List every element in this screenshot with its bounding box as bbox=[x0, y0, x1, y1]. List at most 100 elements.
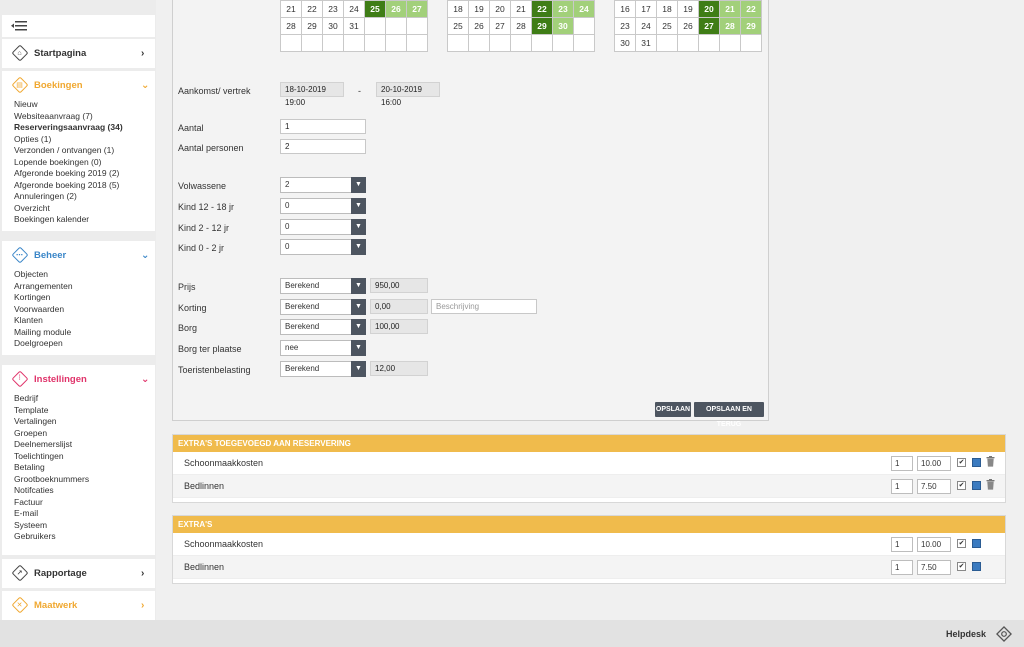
calendar-day[interactable]: 26 bbox=[677, 17, 699, 35]
toeristen-select[interactable]: Berekend ▼ bbox=[280, 361, 366, 377]
extra-price-input[interactable]: 10.00 bbox=[917, 456, 951, 471]
calendar-day[interactable]: 30 bbox=[552, 17, 574, 35]
calendar-day[interactable]: 31 bbox=[635, 34, 657, 52]
checkmark-icon[interactable]: ✔ bbox=[957, 458, 966, 467]
calendar-day[interactable]: 31 bbox=[343, 17, 365, 35]
helpdesk-link[interactable]: Helpdesk bbox=[946, 629, 986, 639]
trash-icon[interactable] bbox=[986, 456, 995, 467]
sidebar-link[interactable]: E-mail bbox=[14, 508, 155, 520]
calendar-day[interactable]: 27 bbox=[406, 0, 428, 18]
checkmark-icon[interactable]: ✔ bbox=[957, 539, 966, 548]
calendar-day[interactable]: 23 bbox=[322, 0, 344, 18]
calendar-day[interactable]: 23 bbox=[552, 0, 574, 18]
checkmark-icon[interactable]: ✔ bbox=[957, 481, 966, 490]
calendar-day[interactable]: 16 bbox=[614, 0, 636, 18]
calendar-day[interactable]: 28 bbox=[280, 17, 302, 35]
prijs-field[interactable]: 950,00 bbox=[370, 278, 428, 293]
sidebar-link[interactable]: Afgeronde boeking 2018 (5) bbox=[14, 180, 155, 192]
calendar-day[interactable]: 28 bbox=[719, 17, 741, 35]
sidebar-link[interactable]: Verzonden / ontvangen (1) bbox=[14, 145, 155, 157]
calendar-day[interactable]: 25 bbox=[447, 17, 469, 35]
prijs-select[interactable]: Berekend ▼ bbox=[280, 278, 366, 294]
sidebar-link[interactable]: Opties (1) bbox=[14, 134, 155, 146]
nav-beheer-header[interactable]: ⋯ Beheer ⌄ bbox=[2, 241, 155, 269]
calendar-day[interactable]: 30 bbox=[614, 34, 636, 52]
extra-qty-input[interactable]: 1 bbox=[891, 560, 913, 575]
calendar-day[interactable]: 20 bbox=[698, 0, 720, 18]
lifebuoy-icon[interactable] bbox=[996, 626, 1012, 642]
borg-field[interactable]: 100,00 bbox=[370, 319, 428, 334]
calendar-day[interactable]: 23 bbox=[614, 17, 636, 35]
calendar-day[interactable]: 27 bbox=[489, 17, 511, 35]
calendar-day[interactable]: 27 bbox=[698, 17, 720, 35]
sidebar-link[interactable]: Voorwaarden bbox=[14, 304, 155, 316]
sidebar-link[interactable]: Reserveringsaanvraag (34) bbox=[14, 122, 155, 134]
calendar-day[interactable]: 18 bbox=[656, 0, 678, 18]
calendar-day[interactable]: 17 bbox=[635, 0, 657, 18]
extra-price-input[interactable]: 7.50 bbox=[917, 479, 951, 494]
beschrijving-input[interactable]: Beschrijving bbox=[431, 299, 537, 314]
calendar-day[interactable]: 18 bbox=[447, 0, 469, 18]
calendar-day[interactable]: 21 bbox=[280, 0, 302, 18]
aantal-input[interactable]: 1 bbox=[280, 119, 366, 134]
calendar-day[interactable]: 26 bbox=[468, 17, 490, 35]
sidebar-link[interactable]: Template bbox=[14, 405, 155, 417]
calendar-day[interactable]: 22 bbox=[531, 0, 553, 18]
kind1218-select[interactable]: 0 ▼ bbox=[280, 198, 366, 214]
sidebar-link[interactable]: Overzicht bbox=[14, 203, 155, 215]
calendar-day[interactable]: 26 bbox=[385, 0, 407, 18]
sidebar-link[interactable]: Groepen bbox=[14, 428, 155, 440]
calendar-day[interactable]: 25 bbox=[656, 17, 678, 35]
calendar-day[interactable]: 25 bbox=[364, 0, 386, 18]
borg-select[interactable]: Berekend ▼ bbox=[280, 319, 366, 335]
kind212-select[interactable]: 0 ▼ bbox=[280, 219, 366, 235]
sidebar-link[interactable]: Websiteaanvraag (7) bbox=[14, 111, 155, 123]
save-disk-icon[interactable] bbox=[972, 562, 981, 571]
sidebar-link[interactable]: Deelnemerslijst bbox=[14, 439, 155, 451]
calendar-day[interactable]: 22 bbox=[301, 0, 323, 18]
calendar-day[interactable]: 24 bbox=[343, 0, 365, 18]
nav-boekingen-header[interactable]: ▤ Boekingen ⌄ bbox=[2, 71, 155, 99]
calendar-day[interactable]: 30 bbox=[322, 17, 344, 35]
aankomst-field[interactable]: 18-10-2019 19:00 bbox=[280, 82, 344, 107]
calendar-day[interactable]: 19 bbox=[468, 0, 490, 18]
sidebar-link[interactable]: Annuleringen (2) bbox=[14, 191, 155, 203]
calendar-day[interactable]: 29 bbox=[531, 17, 553, 35]
sidebar-link[interactable]: Notifcaties bbox=[14, 485, 155, 497]
calendar-day[interactable]: 24 bbox=[573, 0, 595, 18]
nav-maatwerk[interactable]: ✕ Maatwerk › bbox=[2, 591, 155, 620]
save-disk-icon[interactable] bbox=[972, 458, 981, 467]
trash-icon[interactable] bbox=[986, 479, 995, 490]
sidebar-link[interactable]: Gebruikers bbox=[14, 531, 155, 543]
korting-field[interactable]: 0,00 bbox=[370, 299, 428, 314]
calendar-day[interactable]: 24 bbox=[635, 17, 657, 35]
save-button[interactable]: OPSLAAN bbox=[655, 402, 691, 417]
calendar-day[interactable]: 21 bbox=[719, 0, 741, 18]
personen-input[interactable]: 2 bbox=[280, 139, 366, 154]
calendar-day[interactable]: 28 bbox=[510, 17, 532, 35]
sidebar-link[interactable]: Bedrijf bbox=[14, 393, 155, 405]
hamburger-icon[interactable] bbox=[11, 21, 27, 31]
calendar-day[interactable]: 21 bbox=[510, 0, 532, 18]
sidebar-link[interactable]: Boekingen kalender bbox=[14, 214, 155, 226]
vertrek-field[interactable]: 20-10-2019 16:00 bbox=[376, 82, 440, 107]
checkmark-icon[interactable]: ✔ bbox=[957, 562, 966, 571]
sidebar-link[interactable]: Lopende boekingen (0) bbox=[14, 157, 155, 169]
extra-price-input[interactable]: 7.50 bbox=[917, 560, 951, 575]
kind02-select[interactable]: 0 ▼ bbox=[280, 239, 366, 255]
save-disk-icon[interactable] bbox=[972, 539, 981, 548]
save-disk-icon[interactable] bbox=[972, 481, 981, 490]
sidebar-link[interactable]: Mailing module bbox=[14, 327, 155, 339]
calendar-day[interactable]: 22 bbox=[740, 0, 762, 18]
nav-instellingen-header[interactable]: ⫶ Instellingen ⌄ bbox=[2, 365, 155, 393]
sidebar-link[interactable]: Kortingen bbox=[14, 292, 155, 304]
sidebar-link[interactable]: Objecten bbox=[14, 269, 155, 281]
sidebar-link[interactable]: Systeem bbox=[14, 520, 155, 532]
calendar-day[interactable]: 29 bbox=[301, 17, 323, 35]
toeristen-field[interactable]: 12,00 bbox=[370, 361, 428, 376]
save-and-back-button[interactable]: OPSLAAN EN TERUG bbox=[694, 402, 764, 428]
sidebar-link[interactable]: Grootboeknummers bbox=[14, 474, 155, 486]
extra-qty-input[interactable]: 1 bbox=[891, 537, 913, 552]
nav-startpagina[interactable]: ⌂ Startpagina › bbox=[2, 39, 155, 68]
sidebar-link[interactable]: Toelichtingen bbox=[14, 451, 155, 463]
